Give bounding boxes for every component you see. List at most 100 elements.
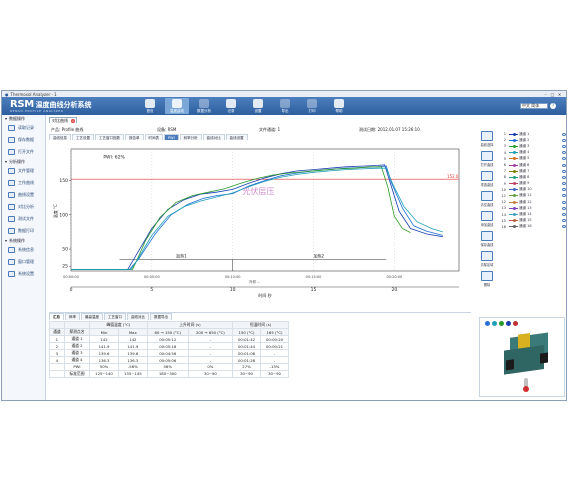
visibility-eye-icon[interactable] — [562, 194, 566, 198]
toolbar-button-6[interactable]: 打印 — [300, 98, 324, 114]
visibility-eye-icon[interactable] — [562, 200, 566, 204]
sidebar-item[interactable]: 对比分析 — [2, 201, 45, 213]
legend-number: 15 — [501, 218, 506, 223]
toolbar-icon — [280, 98, 290, 108]
status-dot[interactable] — [499, 321, 504, 326]
visibility-eye-icon[interactable] — [562, 157, 566, 161]
subtab[interactable]: 曲线信息 — [49, 134, 71, 140]
sidebar-item[interactable]: 数据打印 — [2, 225, 45, 237]
right-tool-button[interactable]: 保存曲线 — [476, 231, 498, 249]
table-row[interactable]: PWI 50% -56% 56% 0% 27% -13% — [49, 363, 289, 371]
sidebar-item-icon — [8, 271, 15, 277]
table-cell: 标准范围 — [63, 369, 91, 378]
app-icon: ● — [5, 91, 9, 97]
bottom-tab[interactable]: 最高温度 — [81, 313, 103, 320]
visibility-eye-icon[interactable] — [562, 138, 566, 142]
sidebar-item[interactable]: 打开文件 — [2, 146, 45, 158]
toolbar-button-0[interactable]: 首页 — [138, 98, 162, 114]
close-tab-icon[interactable]: × — [71, 119, 75, 123]
right-tool-button[interactable]: 添加曲线 — [476, 211, 498, 229]
sidebar-item[interactable]: 工作曲线 — [2, 177, 45, 189]
sidebar-group[interactable]: ▾ 系统操作 — [2, 237, 45, 244]
legend-swatch — [509, 139, 518, 141]
table-row[interactable]: 3 通道 3 139.6 139.6 00:04:56-00:01:08- — [49, 349, 289, 357]
visibility-eye-icon[interactable] — [562, 188, 566, 192]
help-icon[interactable]: ? — [550, 103, 556, 109]
sidebar-item[interactable]: 保存数据 — [2, 134, 45, 146]
status-dot[interactable] — [506, 321, 511, 326]
toolbar-button-3[interactable]: 记录 — [219, 98, 243, 114]
right-tool-button[interactable]: 重选曲线 — [476, 171, 498, 189]
toolbar-button-2[interactable]: 数据分析 — [192, 98, 216, 114]
legend-item[interactable]: 16 通道 16 — [500, 224, 566, 230]
visibility-eye-icon[interactable] — [562, 219, 566, 223]
sidebar-item[interactable]: 测试文件 — [2, 213, 45, 225]
subtab[interactable]: 曲线设置 — [225, 134, 248, 140]
sidebar-item[interactable]: 窗口管理 — [2, 256, 45, 268]
table-cell: 通道 3 — [63, 349, 91, 357]
subtab[interactable]: PWI — [164, 134, 179, 140]
sidebar-item[interactable]: 曲线设置 — [2, 189, 45, 201]
sidebar-item[interactable]: 系统设置 — [2, 268, 45, 280]
table-row[interactable]: 标准范围 125~140 135~145 180~300 30~90 30~90 30~90 — [49, 369, 289, 378]
maximize-button[interactable]: □ — [549, 92, 556, 97]
visibility-eye-icon[interactable] — [562, 169, 566, 173]
logo: RSM 温度曲线分析系统 RENSO PROFILE ANALYZER — [10, 99, 92, 113]
language-select[interactable]: 中文 简体 — [520, 103, 548, 109]
toolbar-button-7[interactable]: 帮助 — [327, 98, 351, 114]
x-tick-label: 15 — [311, 287, 317, 293]
subtab[interactable]: 时间表 — [144, 134, 163, 140]
right-tool-button[interactable]: 清除区域 — [476, 251, 498, 269]
subtab[interactable]: 工艺设置 — [72, 134, 94, 140]
subtab[interactable]: 斜率分析 — [179, 134, 202, 140]
status-dot[interactable] — [485, 321, 490, 326]
visibility-eye-icon[interactable] — [562, 206, 566, 210]
sidebar-item-label: 数据打印 — [18, 228, 34, 233]
toolbar-button-1[interactable]: 温度曲线 — [165, 98, 189, 114]
bottom-tab[interactable]: 工艺窗口 — [104, 313, 126, 320]
close-button[interactable]: ✕ — [556, 92, 563, 97]
toolbar-button-5[interactable]: 导出 — [273, 98, 297, 114]
visibility-eye-icon[interactable] — [562, 163, 566, 167]
sidebar-item-label: 曲线设置 — [18, 192, 34, 197]
top-banner: RSM 温度曲线分析系统 RENSO PROFILE ANALYZER 首页 温度… — [2, 97, 566, 115]
visibility-eye-icon[interactable] — [562, 151, 566, 155]
visibility-eye-icon[interactable] — [562, 132, 566, 136]
status-dot[interactable] — [513, 321, 518, 326]
tab-compare[interactable]: 对比曲线 × — [49, 117, 77, 123]
right-tool-button[interactable]: 打开曲线 — [476, 151, 498, 169]
bottom-tab[interactable]: 汇总 — [49, 313, 64, 320]
bottom-tab[interactable]: 曲线对比 — [127, 313, 149, 320]
right-tool-button[interactable]: 清空曲线 — [476, 191, 498, 209]
subtab[interactable]: 工艺窗口指数 — [95, 134, 124, 140]
subtab[interactable]: 报告单 — [125, 134, 144, 140]
sidebar-item[interactable]: 文件管理 — [2, 165, 45, 177]
visibility-eye-icon[interactable] — [562, 225, 566, 229]
bottom-tab[interactable]: 斜率 — [65, 313, 80, 320]
right-tool-icon — [481, 191, 493, 201]
visibility-eye-icon[interactable] — [562, 144, 566, 148]
right-tool-button[interactable]: 删除 — [476, 271, 498, 289]
legend-swatch — [509, 183, 518, 185]
status-dot[interactable] — [492, 321, 497, 326]
sidebar-item[interactable]: 读取记录 — [2, 122, 45, 134]
sidebar-item[interactable]: 系统信息 — [2, 244, 45, 256]
collapse-icon: ▾ — [5, 116, 8, 121]
temperature-chart[interactable]: 152.0 150 100 50 25 0 00:00:00 5 00:05:00 10 00:10… — [49, 141, 469, 301]
minimize-button[interactable]: – — [542, 92, 549, 97]
toolbar-button-4[interactable]: 设置 — [246, 98, 270, 114]
table-row[interactable]: 4 通道 4 136.3 136.3 00:05:06-00:01:28- — [49, 356, 289, 364]
legend-number: 2 — [503, 138, 506, 143]
table-row[interactable]: 2 通道 2 141.9 141.9 00:05:18-00:01:44 00:00:21 — [49, 342, 289, 350]
subtab[interactable]: 曲线对比 — [202, 134, 225, 140]
right-tool-button[interactable]: 曲线选择 — [476, 131, 498, 149]
sidebar-group[interactable]: ▾ 分析操作 — [2, 158, 45, 165]
visibility-eye-icon[interactable] — [562, 175, 566, 179]
bottom-tab[interactable]: 数据导出 — [150, 313, 172, 320]
visibility-eye-icon[interactable] — [562, 182, 566, 186]
sidebar-group[interactable]: ▾ 数据操作 — [2, 115, 45, 122]
bottom-zone-label: 冷却 ... — [249, 279, 260, 284]
table-row[interactable]: 1 通道 1 142 142 00:05:12-00:01:42 00:00:20 — [49, 335, 289, 343]
right-tool-icon — [481, 171, 493, 181]
visibility-eye-icon[interactable] — [562, 213, 566, 217]
